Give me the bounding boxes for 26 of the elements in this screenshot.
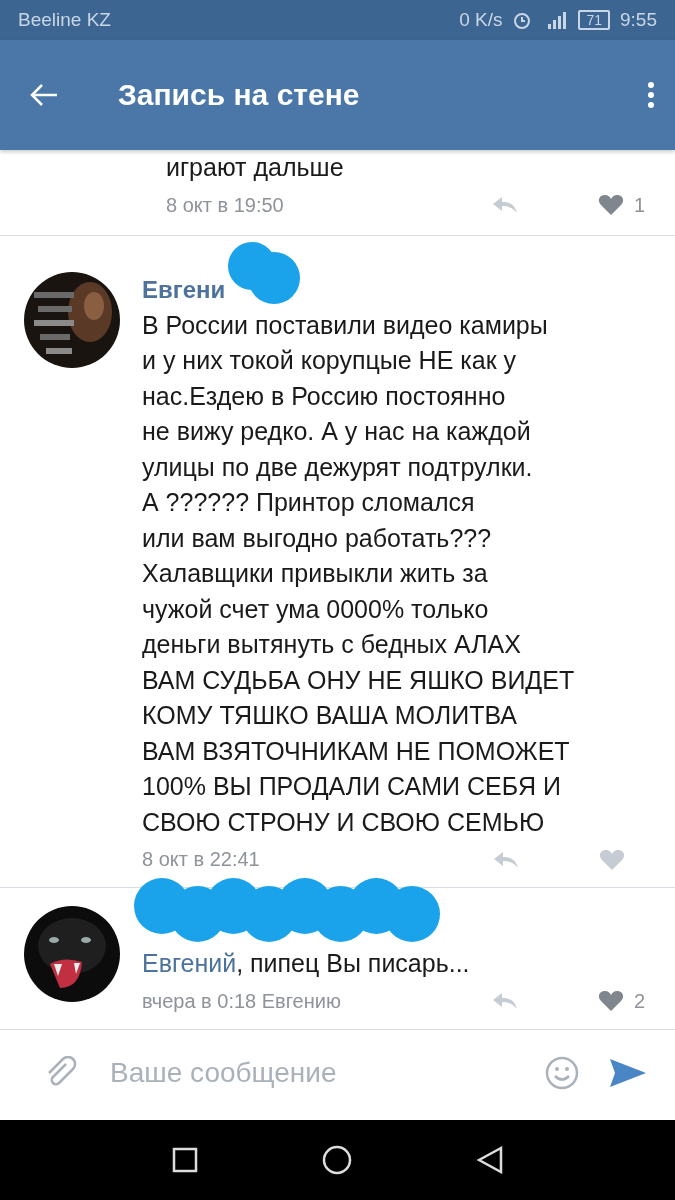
heart-icon[interactable] [597, 194, 624, 216]
comment-date: 8 окт в 22:41 [142, 848, 260, 871]
send-icon[interactable] [609, 1057, 647, 1088]
circle-icon[interactable] [322, 1145, 353, 1175]
message-field[interactable]: Ваше сообщение [108, 1055, 515, 1090]
carrier-name: Beeline KZ [18, 9, 111, 31]
clock: 9:55 [620, 9, 657, 31]
comment-text: играют дальше [166, 152, 345, 183]
like-count: 1 [633, 193, 645, 217]
comment-date: 8 окт в 19:50 [166, 193, 284, 217]
comment-text: В России поставили видео камиры и у них токой корупцые НЕ как у нас.Ездею в Россию постоянно не вижу редко. А у нас на каждой улицы по две дежурят подтрулки. А ?????? Принтор сломался или вам выгодно работать??? Халавщики привыкли жить за чужой счет ума 0000% только деньги вытянуть с бедных АЛАХ ВАМ СУДЬБА ОНУ НЕ ЯШКО ВИДЕТ КОМУ ТЯШКО ВАША МОЛИТВА ВАМ ВЗЯТОЧНИКАМ НЕ ПОМОЖЕТ 100% ВЫ ПРОДАЛИ САМИ СЕБЯ И СВОЮ СТРОНУ И СВОЮ СЕМЬЮ [142, 309, 576, 838]
more-options-icon[interactable] [647, 81, 655, 109]
triangle-icon[interactable] [476, 1146, 503, 1174]
battery-level: 71 [578, 10, 610, 30]
back-arrow-icon[interactable] [30, 83, 58, 107]
screen-title: Запись на стене [118, 78, 361, 112]
alarm-icon [512, 10, 533, 30]
emoji-icon[interactable] [545, 1055, 579, 1090]
network-speed: 0 K/s [459, 9, 503, 31]
comment-text: Евгений, пипец Вы писарь... [142, 948, 471, 979]
author-name[interactable]: Евгени [142, 275, 226, 304]
comment-date: вчера в 0:18 Евгению [142, 989, 341, 1013]
like-count: 2 [633, 989, 645, 1013]
reply-link[interactable]: Евгений [142, 949, 237, 977]
heart-icon[interactable] [597, 990, 624, 1012]
square-icon[interactable] [172, 1147, 199, 1173]
